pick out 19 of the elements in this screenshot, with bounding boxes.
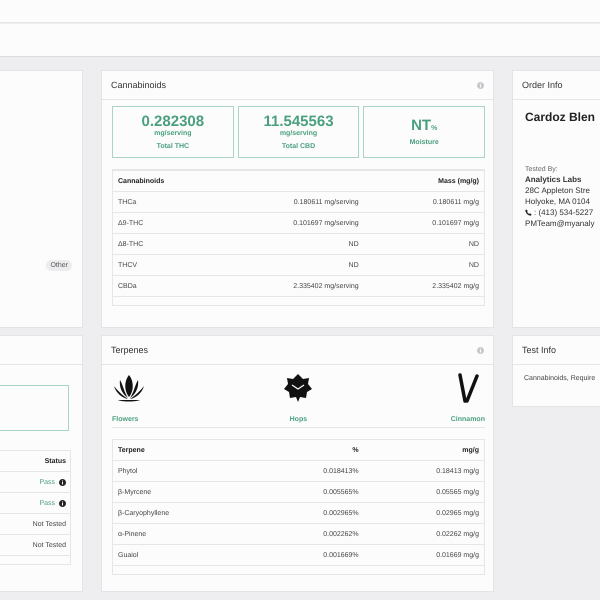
lab-name: Analytics Labs: [525, 175, 582, 184]
stat-value: 0.282308: [142, 114, 204, 130]
product-name: Cardoz Blen: [525, 110, 596, 124]
info-icon: [477, 82, 484, 88]
info-icon: [477, 346, 484, 354]
summary-box: [0, 385, 69, 431]
address-line: Holyoke, MA 0104: [525, 197, 591, 206]
email-address: PMTeam@myanaly: [525, 219, 596, 228]
info-icon: [59, 478, 66, 486]
card-title: Test Info: [522, 345, 556, 355]
phone-icon: [525, 209, 532, 216]
address-line: 28C Appleton Stre: [525, 186, 591, 195]
card-title: Order Info: [522, 80, 563, 90]
card-title: Terpenes: [111, 345, 148, 355]
stat-value: 11.545563: [263, 114, 334, 130]
card-title: Cannabinoids: [111, 80, 166, 90]
info-icon: [59, 500, 66, 506]
phone-number: : (413) 534-5227: [534, 208, 594, 217]
stat-value: NT: [411, 118, 432, 134]
